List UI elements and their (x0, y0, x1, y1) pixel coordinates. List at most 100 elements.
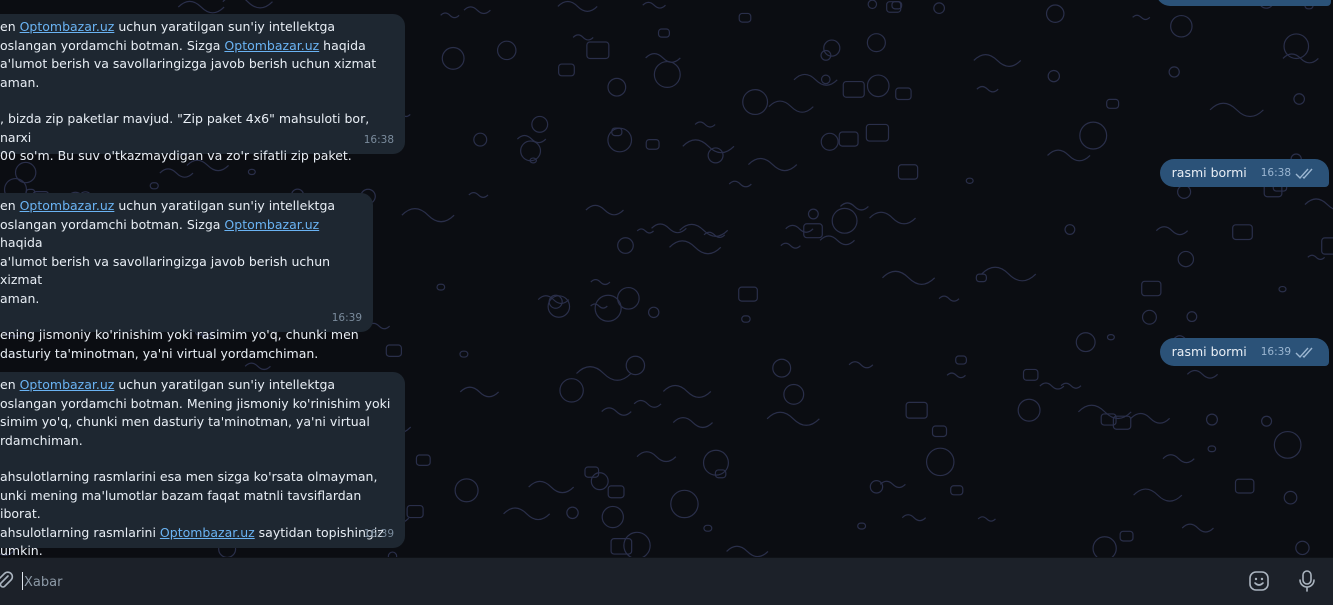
doodle-shape (803, 223, 823, 239)
doodle-shape (741, 315, 751, 323)
doodle-shape (901, 514, 927, 522)
doodle-shape (473, 132, 488, 147)
doodle-shape (607, 485, 625, 499)
doodle-shape (653, 60, 681, 89)
doodle-shape (931, 425, 948, 438)
outgoing-message[interactable]: rasmi bormi 16:39 (1159, 338, 1329, 366)
doodle-shape (662, 384, 712, 398)
message-time: 16:38 (363, 133, 394, 146)
incoming-message[interactable]: en Optombazar.uz uchun yaratilgan sun'iy… (0, 372, 405, 558)
double-check-icon (1295, 168, 1313, 180)
doodle-shape (976, 85, 999, 93)
doodle-shape (669, 240, 722, 255)
doodle-shape (520, 140, 542, 162)
doodle-shape (636, 451, 677, 463)
doodle-shape (869, 211, 916, 225)
doodle-shape (1295, 540, 1310, 556)
doodle-shape (436, 283, 446, 291)
doodle-shape (823, 39, 841, 57)
doodle-shape (611, 127, 623, 137)
doodle-shape (747, 157, 798, 172)
doodle-shape (975, 273, 988, 283)
doodle-shape (1232, 224, 1253, 241)
doodle-shape (857, 522, 867, 530)
doodle-shape (572, 34, 594, 41)
incoming-message[interactable]: en Optombazar.uz uchun yaratilgan sun'iy… (0, 193, 373, 361)
doodle-shape (780, 242, 801, 249)
link[interactable]: Optombazar.uz (224, 38, 319, 53)
doodle-shape (585, 204, 624, 216)
doodle-shape (766, 411, 820, 426)
doodle-shape (1293, 93, 1306, 105)
doodle-shape (590, 279, 611, 286)
link[interactable]: Optombazar.uz (20, 198, 115, 213)
doodle-shape (973, 53, 1022, 67)
doodle-shape (783, 383, 805, 405)
doodle-shape (459, 386, 500, 398)
doodle-shape (401, 208, 455, 223)
doodle-shape (645, 53, 681, 63)
doodle-shape (633, 399, 662, 408)
doodle-shape (1155, 226, 1189, 236)
doodle-shape (657, 28, 670, 38)
outgoing-message[interactable]: rasmi bormi 16:38 (1159, 159, 1329, 187)
link[interactable]: Optombazar.uz (160, 525, 255, 540)
doodle-shape (1168, 66, 1180, 78)
link[interactable]: Optombazar.uz (224, 217, 319, 232)
link[interactable]: Optombazar.uz (20, 377, 115, 392)
doodle-shape (838, 131, 859, 147)
doodle-shape (807, 208, 819, 220)
doodle-shape (886, 1, 902, 13)
message-text: rasmi bormi (1171, 343, 1247, 359)
doodle-shape (1017, 398, 1041, 422)
doodle-shape (768, 100, 814, 113)
doodle-shape (1133, 488, 1183, 502)
message-intro: en Optombazar.uz uchun yaratilgan sun'iy… (0, 19, 377, 90)
doodle-shape (558, 63, 575, 77)
emoji-icon[interactable] (1248, 570, 1270, 592)
doodle-shape (1047, 149, 1091, 162)
doodle-shape (728, 180, 752, 188)
doodle-shape (679, 223, 729, 237)
doodle-shape (244, 362, 271, 371)
doodle-shape (1181, 523, 1214, 533)
doodle-shape (454, 478, 479, 503)
doodle-shape (670, 489, 699, 519)
doodle-shape (1205, 413, 1219, 426)
doodle-shape (1283, 490, 1298, 505)
doodle-shape (1064, 224, 1076, 235)
doodle-shape (977, 516, 996, 522)
doodle-shape (772, 358, 792, 378)
doodle-shape (1261, 415, 1273, 427)
doodle-shape (933, 2, 946, 15)
incoming-message[interactable]: en Optombazar.uz uchun yaratilgan sun'iy… (0, 14, 405, 163)
doodle-shape (559, 378, 584, 403)
link[interactable]: Optombazar.uz (20, 19, 115, 34)
doodle-shape (981, 266, 1037, 282)
doodle-shape (459, 350, 469, 358)
doodle-shape (707, 147, 724, 164)
doodle-shape (682, 139, 735, 154)
doodle-shape (879, 480, 906, 489)
microphone-icon[interactable] (1296, 569, 1318, 593)
doodle-shape (601, 505, 624, 529)
doodle-shape (1106, 334, 1115, 341)
doodle-shape (1141, 309, 1157, 325)
outgoing-message-partial[interactable] (1156, 0, 1331, 6)
message-time: 16:39 (363, 527, 394, 540)
doodle-shape (1304, 198, 1333, 210)
doodle-shape (867, 0, 878, 10)
doodle-shape (925, 447, 955, 477)
message-body: , bizda zip paketlar mavjud. "Zip paket … (0, 111, 370, 163)
message-input[interactable] (22, 570, 926, 594)
doodle-shape (1207, 445, 1217, 453)
doodle-shape (1177, 250, 1195, 268)
doodle-shape (441, 46, 465, 70)
doodle-shape (950, 485, 964, 496)
doodle-shape (177, 0, 225, 14)
message-time: 16:39 (1260, 345, 1291, 358)
attach-icon[interactable] (0, 570, 14, 592)
doodle-shape (463, 6, 491, 15)
doodle-shape (557, 0, 598, 12)
doodle-shape (831, 207, 858, 234)
